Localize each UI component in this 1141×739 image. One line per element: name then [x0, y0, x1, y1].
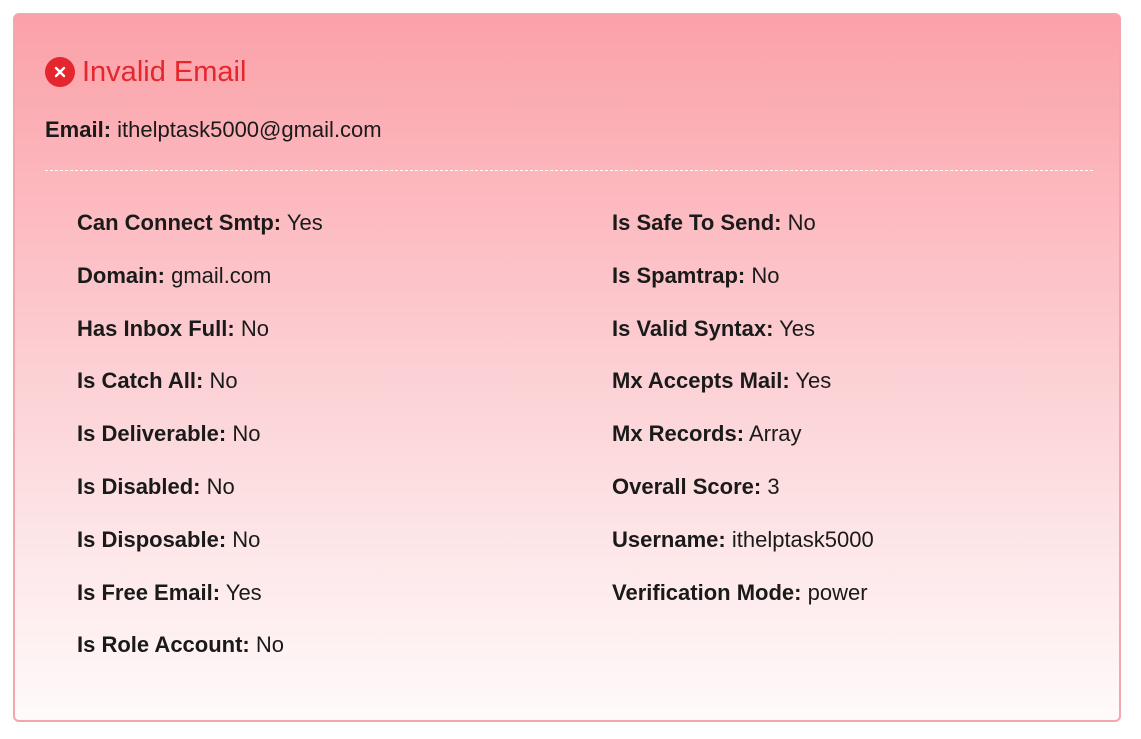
field-row: Domain: gmail.com [77, 261, 323, 314]
field-row: Has Inbox Full: No [77, 314, 323, 367]
field-row: Can Connect Smtp: Yes [77, 208, 323, 261]
field-label: Username: [612, 526, 726, 552]
field-value: No [209, 368, 238, 394]
field-value: No [206, 473, 235, 499]
field-value: power [807, 579, 868, 605]
field-row: Is Safe To Send: No [612, 208, 874, 261]
field-row: Is Deliverable: No [77, 419, 323, 472]
result-header: Invalid Email [45, 55, 246, 89]
field-label: Domain: [77, 262, 165, 288]
field-value: No [787, 210, 816, 235]
field-label: Is Disposable: [77, 526, 227, 552]
result-card: Invalid Email Email: ithelptask5000@gmai… [13, 13, 1121, 722]
field-row: Is Disabled: No [77, 472, 323, 525]
field-value: Yes [225, 579, 262, 605]
left-field-list: Can Connect Smtp: Yes Domain: gmail.com … [77, 208, 323, 683]
field-label: Mx Records: [612, 421, 745, 447]
field-label: Is Deliverable: [77, 421, 227, 447]
field-value: No [232, 421, 261, 447]
field-row: Mx Accepts Mail: Yes [612, 366, 874, 419]
field-label: Mx Accepts Mail: [612, 368, 790, 394]
field-label: Can Connect Smtp: [77, 210, 282, 235]
field-row: Verification Mode: power [612, 578, 874, 631]
field-value: gmail.com [171, 262, 272, 288]
field-row: Is Catch All: No [77, 366, 323, 419]
field-label: Is Catch All: [77, 368, 204, 394]
field-value: No [232, 526, 261, 552]
field-label: Is Valid Syntax: [612, 315, 774, 341]
field-label: Is Safe To Send: [612, 210, 782, 235]
field-label: Is Spamtrap: [612, 262, 746, 288]
field-row: Mx Records: Array [612, 419, 874, 472]
field-value: Yes [286, 210, 323, 235]
status-title: Invalid Email [82, 56, 247, 88]
right-field-list: Is Safe To Send: No Is Spamtrap: No Is V… [612, 208, 874, 630]
field-value: Array [748, 421, 802, 447]
field-row: Overall Score: 3 [612, 472, 874, 525]
field-value: No [751, 262, 780, 288]
field-value: No [255, 632, 285, 658]
field-row: Is Spamtrap: No [612, 261, 874, 314]
field-row: Is Free Email: Yes [77, 578, 323, 631]
email-label: Email: [45, 117, 112, 142]
field-value: Yes [779, 315, 816, 341]
close-circle-icon [45, 57, 75, 87]
field-row: Is Disposable: No [77, 525, 323, 578]
field-row: Is Valid Syntax: Yes [612, 314, 874, 367]
field-row: Username: ithelptask5000 [612, 525, 874, 578]
divider [45, 170, 1093, 171]
field-label: Is Role Account: [77, 632, 250, 658]
field-row: Is Role Account: No [77, 630, 323, 683]
field-label: Verification Mode: [612, 579, 802, 605]
field-value: ithelptask5000 [731, 526, 874, 552]
field-label: Is Disabled: [77, 473, 201, 499]
email-line: Email: ithelptask5000@gmail.com [45, 115, 382, 145]
field-value: 3 [767, 473, 780, 499]
field-label: Has Inbox Full: [77, 315, 235, 341]
email-value: ithelptask5000@gmail.com [117, 117, 382, 142]
field-label: Is Free Email: [77, 579, 221, 605]
field-value: Yes [795, 368, 832, 394]
field-label: Overall Score: [612, 473, 762, 499]
field-value: No [240, 315, 269, 341]
